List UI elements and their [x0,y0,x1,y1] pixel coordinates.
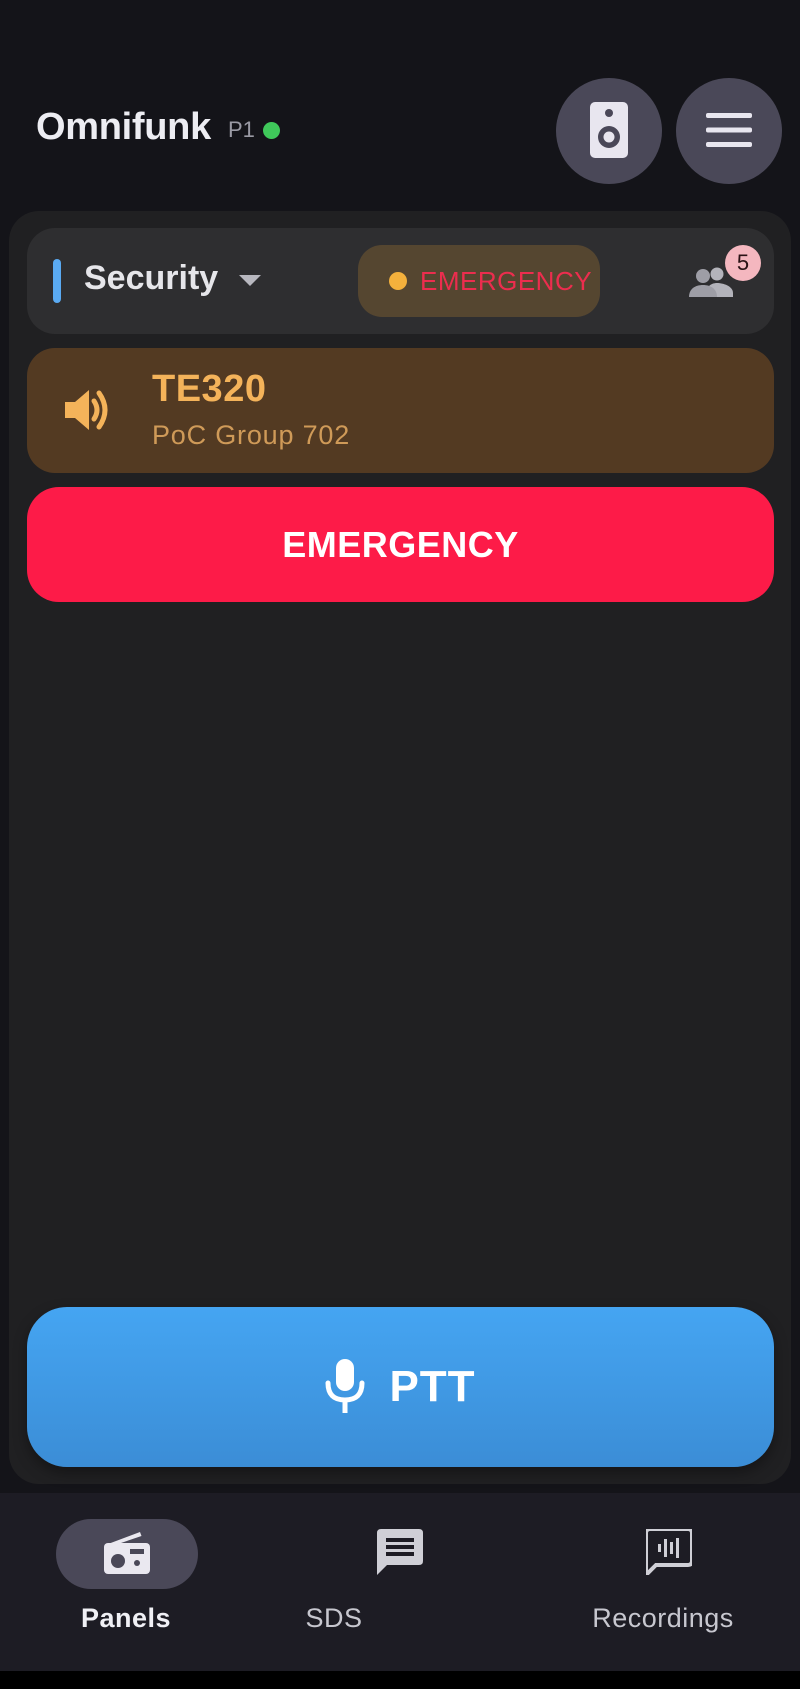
profile-indicator: P1 [228,117,255,142]
menu-icon [706,112,752,150]
app-root: Omnifunk P1 Security EMERGENCY 5 TE320 P… [0,0,800,1689]
nav-icon-container [598,1519,740,1589]
channel-panel: Security EMERGENCY 5 TE320 PoC Group 702… [9,211,791,1484]
nav-icon-container [329,1519,471,1589]
ptt-button[interactable]: PTT [27,1307,774,1467]
bottom-navigation: Panels SDS Recordings [0,1493,800,1671]
top-app-bar: Omnifunk P1 [0,0,800,210]
radio-icon [104,1530,150,1579]
microphone-icon [325,1358,365,1416]
call-subtitle: PoC Group 702 [152,420,351,450]
nav-active-indicator [56,1519,198,1589]
nav-label-sds: SDS [305,1603,363,1633]
people-icon [689,267,733,302]
channel-selector[interactable]: Security [84,259,218,298]
emergency-button[interactable]: EMERGENCY [27,487,774,602]
emergency-status-label: EMERGENCY [420,265,593,296]
system-navigation-bar [0,1671,800,1689]
speaker-button[interactable] [556,78,662,184]
channel-color-indicator [53,259,61,303]
nav-item-sds[interactable]: SDS [267,1493,533,1671]
nav-item-recordings[interactable]: Recordings [534,1493,800,1671]
app-title: Omnifunk [36,106,211,148]
volume-up-icon [65,388,111,437]
menu-button[interactable] [676,78,782,184]
speaker-icon [590,101,628,161]
nav-label-recordings: Recordings [592,1603,734,1633]
emergency-status-chip[interactable]: EMERGENCY [358,245,600,317]
message-icon [377,1528,423,1580]
connection-status-dot [263,122,280,139]
nav-item-panels[interactable]: Panels [0,1493,266,1671]
ptt-label: PTT [389,1362,476,1411]
active-call-card[interactable]: TE320 PoC Group 702 [27,348,774,473]
members-button[interactable]: 5 [689,245,761,311]
channel-header: Security EMERGENCY 5 [27,228,774,334]
members-count-badge: 5 [725,245,761,281]
call-title: TE320 [152,368,267,410]
chevron-down-icon[interactable] [239,275,261,286]
emergency-status-dot [389,272,407,290]
voice-message-icon [644,1526,694,1580]
